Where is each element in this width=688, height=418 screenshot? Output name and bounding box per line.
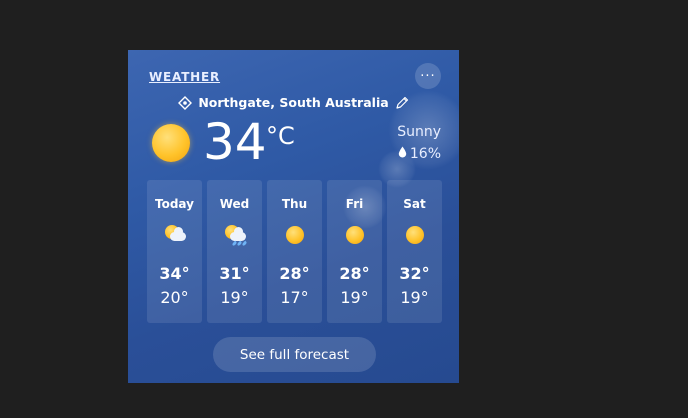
- forecast-day-card[interactable]: Wed 31° 19°: [207, 180, 262, 323]
- more-options-button[interactable]: ···: [415, 63, 441, 89]
- cloudy-rain-icon: [223, 224, 247, 247]
- sun-icon: [283, 224, 307, 246]
- day-name: Today: [155, 197, 194, 211]
- day-low-temp: 20°: [160, 288, 189, 307]
- day-high-temp: 34°: [159, 264, 190, 283]
- day-high-temp: 31°: [219, 264, 250, 283]
- forecast-day-card[interactable]: Sat 32° 19°: [387, 180, 442, 323]
- precipitation-value: 16%: [409, 146, 441, 162]
- day-name: Wed: [219, 197, 250, 211]
- sun-icon: [152, 124, 190, 162]
- weather-widget: WEATHER ··· Northgate, South Australia 3…: [128, 50, 459, 383]
- day-low-temp: 17°: [280, 288, 309, 307]
- widget-title[interactable]: WEATHER: [149, 70, 220, 84]
- sun-icon: [343, 224, 367, 246]
- location-row[interactable]: Northgate, South Australia: [128, 95, 459, 110]
- current-condition: Sunny: [397, 124, 441, 140]
- more-icon: ···: [420, 68, 436, 84]
- desktop-background: WEATHER ··· Northgate, South Australia 3…: [0, 0, 688, 418]
- precipitation-chance: 16%: [398, 146, 441, 162]
- day-high-temp: 28°: [339, 264, 370, 283]
- day-name: Fri: [345, 197, 364, 211]
- forecast-day-card[interactable]: Today 34° 20°: [147, 180, 202, 323]
- day-name: Sat: [403, 197, 426, 211]
- see-full-forecast-button[interactable]: See full forecast: [213, 337, 376, 372]
- current-temperature: 34: [203, 113, 267, 171]
- location-name: Northgate, South Australia: [198, 95, 389, 110]
- day-low-temp: 19°: [340, 288, 369, 307]
- day-name: Thu: [281, 197, 308, 211]
- sun-icon: [403, 224, 427, 246]
- edit-location-icon[interactable]: [395, 96, 409, 110]
- day-low-temp: 19°: [220, 288, 249, 307]
- day-high-temp: 28°: [279, 264, 310, 283]
- forecast-day-card[interactable]: Thu 28° 17°: [267, 180, 322, 323]
- forecast-day-card[interactable]: Fri 28° 19°: [327, 180, 382, 323]
- raindrop-icon: [398, 146, 407, 162]
- location-icon: [178, 95, 193, 110]
- partly-cloudy-icon: [163, 224, 187, 246]
- day-high-temp: 32°: [399, 264, 430, 283]
- day-low-temp: 19°: [400, 288, 429, 307]
- temperature-unit-toggle[interactable]: °C: [266, 122, 295, 150]
- daily-forecast: Today 34° 20° Wed 31° 19° Thu 28° 17° Fr…: [147, 180, 442, 323]
